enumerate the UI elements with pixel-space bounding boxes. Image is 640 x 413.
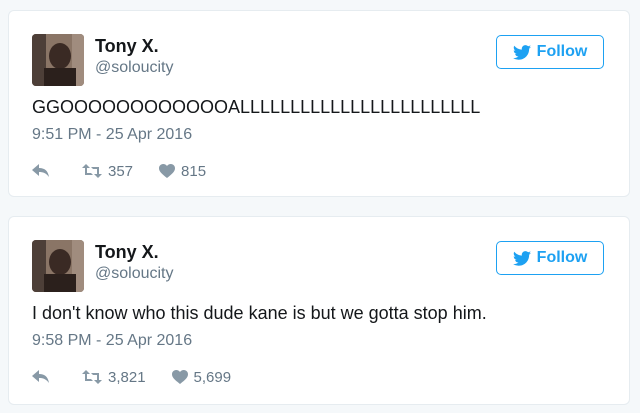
retweet-icon — [82, 164, 102, 178]
follow-label: Follow — [536, 249, 588, 266]
like-count: 5,699 — [193, 368, 232, 386]
twitter-bird-icon — [512, 250, 531, 266]
author-name[interactable]: Tony X. — [95, 36, 159, 57]
tweet-actions: 357 815 — [32, 161, 206, 181]
like-button[interactable]: 5,699 — [171, 368, 232, 386]
reply-button[interactable] — [32, 164, 50, 178]
like-count: 815 — [181, 162, 207, 180]
avatar[interactable] — [32, 240, 84, 292]
reply-button[interactable] — [32, 370, 50, 384]
retweet-button[interactable]: 3,821 — [82, 369, 146, 386]
heart-icon — [159, 164, 176, 178]
retweet-count: 3,821 — [108, 368, 146, 386]
follow-label: Follow — [536, 43, 588, 60]
tweet-timestamp[interactable]: 9:51 PM - 25 Apr 2016 — [32, 126, 192, 144]
author-name[interactable]: Tony X. — [95, 242, 159, 263]
like-button[interactable]: 815 — [159, 163, 206, 180]
follow-button[interactable]: Follow — [496, 241, 604, 275]
avatar[interactable] — [32, 34, 84, 86]
author-handle[interactable]: @soloucity — [95, 59, 174, 77]
follow-button[interactable]: Follow — [496, 35, 604, 69]
retweet-count: 357 — [108, 162, 134, 180]
reply-icon — [32, 370, 49, 383]
tweet-text: I don't know who this dude kane is but w… — [32, 303, 487, 323]
tweet-card: Tony X. @soloucity Follow GGOOOOOOOOOOOO… — [8, 10, 630, 197]
retweet-icon — [82, 370, 102, 384]
retweet-button[interactable]: 357 — [82, 163, 133, 180]
reply-icon — [32, 164, 49, 177]
tweet-timestamp[interactable]: 9:58 PM - 25 Apr 2016 — [32, 332, 192, 350]
twitter-bird-icon — [512, 44, 531, 60]
tweet-text: GGOOOOOOOOOOOOALLLLLLLLLLLLLLLLLLLLLLLL — [32, 97, 481, 117]
tweet-actions: 3,821 5,699 — [32, 367, 231, 387]
heart-icon — [171, 370, 188, 384]
author-handle[interactable]: @soloucity — [95, 265, 174, 283]
tweet-card: Tony X. @soloucity Follow I don't know w… — [8, 216, 630, 405]
